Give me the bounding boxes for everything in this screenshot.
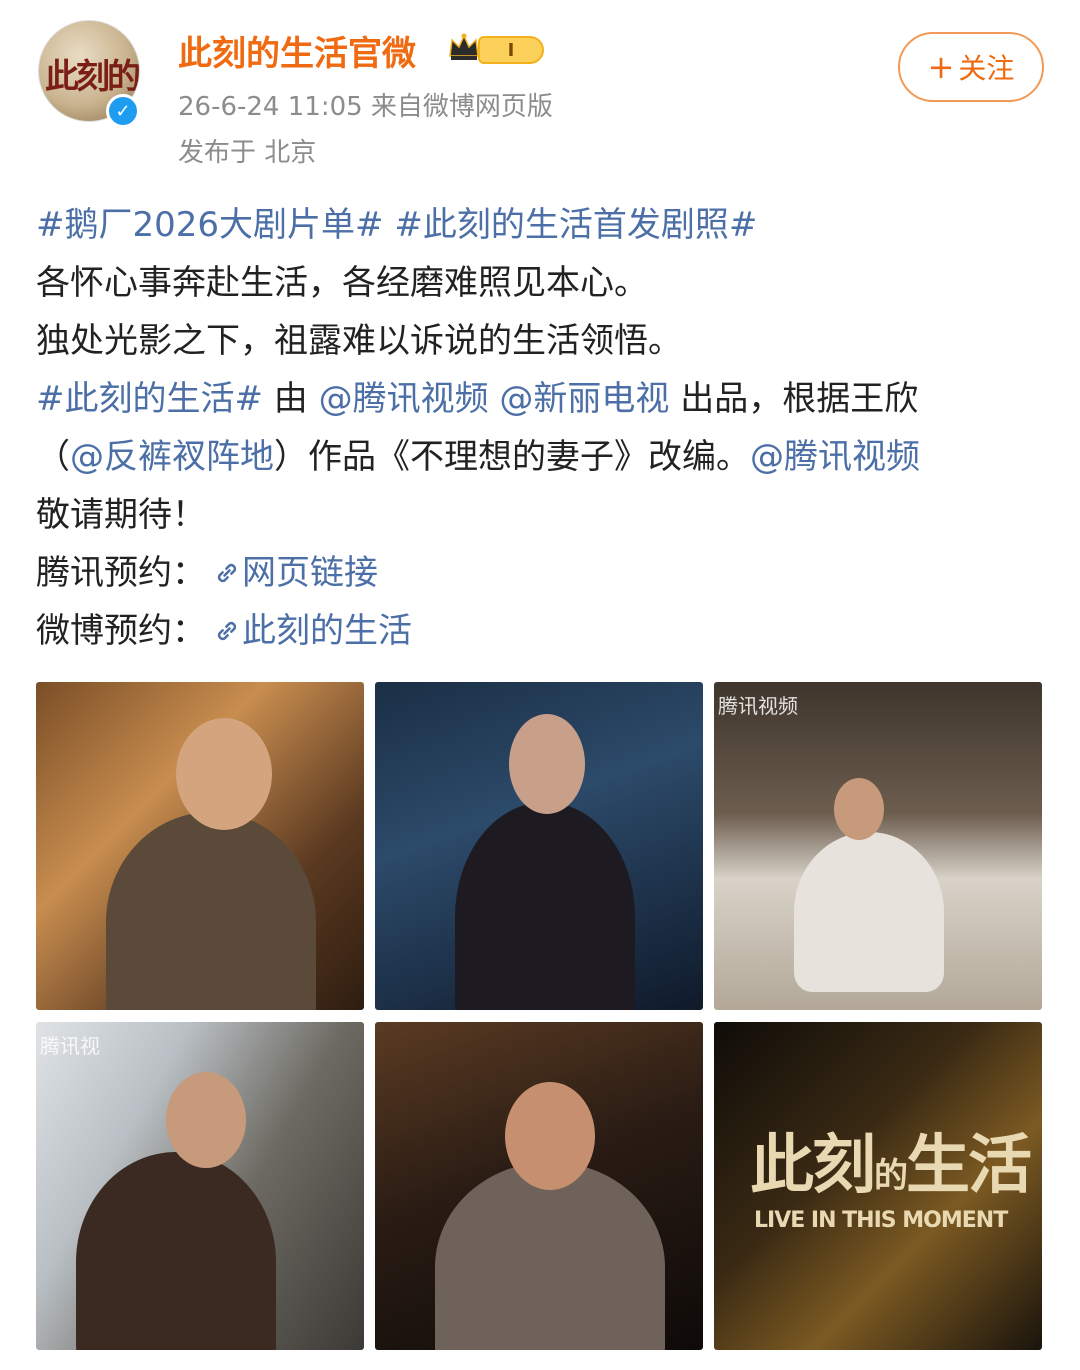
post-header: 此刻的生活 ✓ 此刻的生活官微 I 26-6-24 11:05 来自微博网页版 …: [0, 0, 1080, 190]
photo-4[interactable]: 腾讯视: [36, 1022, 364, 1350]
person-figure: [76, 1152, 276, 1350]
person-head: [176, 718, 272, 830]
username[interactable]: 此刻的生活官微: [178, 26, 416, 75]
person-figure: [455, 802, 635, 1010]
web-link[interactable]: 网页链接: [206, 553, 378, 593]
person-figure: [106, 812, 316, 1010]
person-figure: [435, 1162, 665, 1350]
photo-5[interactable]: [375, 1022, 703, 1350]
post-time-source: 26-6-24 11:05 来自微博网页版: [178, 92, 553, 122]
hashtag-link[interactable]: #此刻的生活#: [36, 379, 263, 419]
mention-link[interactable]: @新丽电视: [499, 379, 669, 419]
link-icon: [217, 621, 237, 641]
person-figure: [794, 832, 944, 992]
text-line: #此刻的生活# 由 @腾讯视频 @新丽电视 出品，根据王欣: [36, 370, 1046, 428]
mention-link[interactable]: @腾讯视频: [319, 379, 489, 419]
text-fragment: ）作品《不理想的妻子》改编。: [274, 437, 750, 477]
post-location: 发布于 北京: [178, 138, 317, 168]
mention-link[interactable]: @腾讯视频: [750, 437, 920, 477]
photo-1[interactable]: [36, 682, 364, 1010]
poster-title: 此刻的生活: [750, 1114, 1032, 1206]
text-line: （@反裤衩阵地）作品《不理想的妻子》改编。@腾讯视频: [36, 428, 1046, 486]
follow-button[interactable]: + 关注: [898, 32, 1044, 102]
link-label: 微博预约：: [36, 611, 206, 651]
person-head: [166, 1072, 246, 1168]
hashtag-line: #鹅厂2026大剧片单# #此刻的生活首发剧照#: [36, 196, 1046, 254]
poster-title-part: 的: [874, 1156, 908, 1196]
text-fragment: （: [36, 437, 70, 477]
photo-6-poster[interactable]: 此刻的生活 LIVE IN THIS MOMENT: [714, 1022, 1042, 1350]
photo-grid: 腾讯视频 腾讯视 此刻的生活 LIVE IN THIS MOMENT: [36, 682, 1042, 1350]
follow-label: 关注: [958, 52, 1015, 85]
photo-2[interactable]: [375, 682, 703, 1010]
text-fragment: 由: [262, 379, 319, 419]
poster-subtitle: LIVE IN THIS MOMENT: [754, 1208, 1008, 1233]
link-icon: [217, 563, 237, 583]
link-line: 微博预约： 此刻的生活: [36, 602, 1046, 660]
link-line: 腾讯预约： 网页链接: [36, 544, 1046, 602]
link-label: 腾讯预约：: [36, 553, 206, 593]
weibo-link-text: 此刻的生活: [242, 611, 412, 651]
person-head: [509, 714, 585, 814]
poster-title-part: 此刻: [750, 1128, 876, 1203]
plus-icon: +: [927, 48, 955, 86]
avatar-logo-text: 此刻的生活: [45, 57, 139, 97]
hashtag-link[interactable]: #此刻的生活首发剧照#: [394, 205, 757, 245]
text-line: 独处光影之下，祖露难以诉说的生活领悟。: [36, 321, 682, 361]
mention-link[interactable]: @反裤衩阵地: [70, 437, 274, 477]
text-line: 各怀心事奔赴生活，各经磨难照见本心。: [36, 263, 648, 303]
person-head: [834, 778, 884, 840]
photo-3[interactable]: 腾讯视频: [714, 682, 1042, 1010]
person-head: [505, 1082, 595, 1190]
post-text: #鹅厂2026大剧片单# #此刻的生活首发剧照# 各怀心事奔赴生活，各经磨难照见…: [36, 196, 1046, 660]
poster-title-part: 生活: [906, 1128, 1032, 1203]
weibo-link[interactable]: 此刻的生活: [206, 611, 412, 651]
watermark: 腾讯视频: [718, 694, 798, 718]
web-link-text: 网页链接: [242, 553, 378, 593]
text-fragment: 出品，根据王欣: [669, 379, 919, 419]
vip-level-badge[interactable]: I: [478, 36, 544, 64]
verified-badge-icon: ✓: [106, 94, 140, 128]
hashtag-link[interactable]: #鹅厂2026大剧片单#: [36, 205, 384, 245]
text-line: 敬请期待！: [36, 495, 206, 535]
watermark: 腾讯视: [40, 1034, 100, 1058]
crown-icon: [449, 33, 479, 60]
